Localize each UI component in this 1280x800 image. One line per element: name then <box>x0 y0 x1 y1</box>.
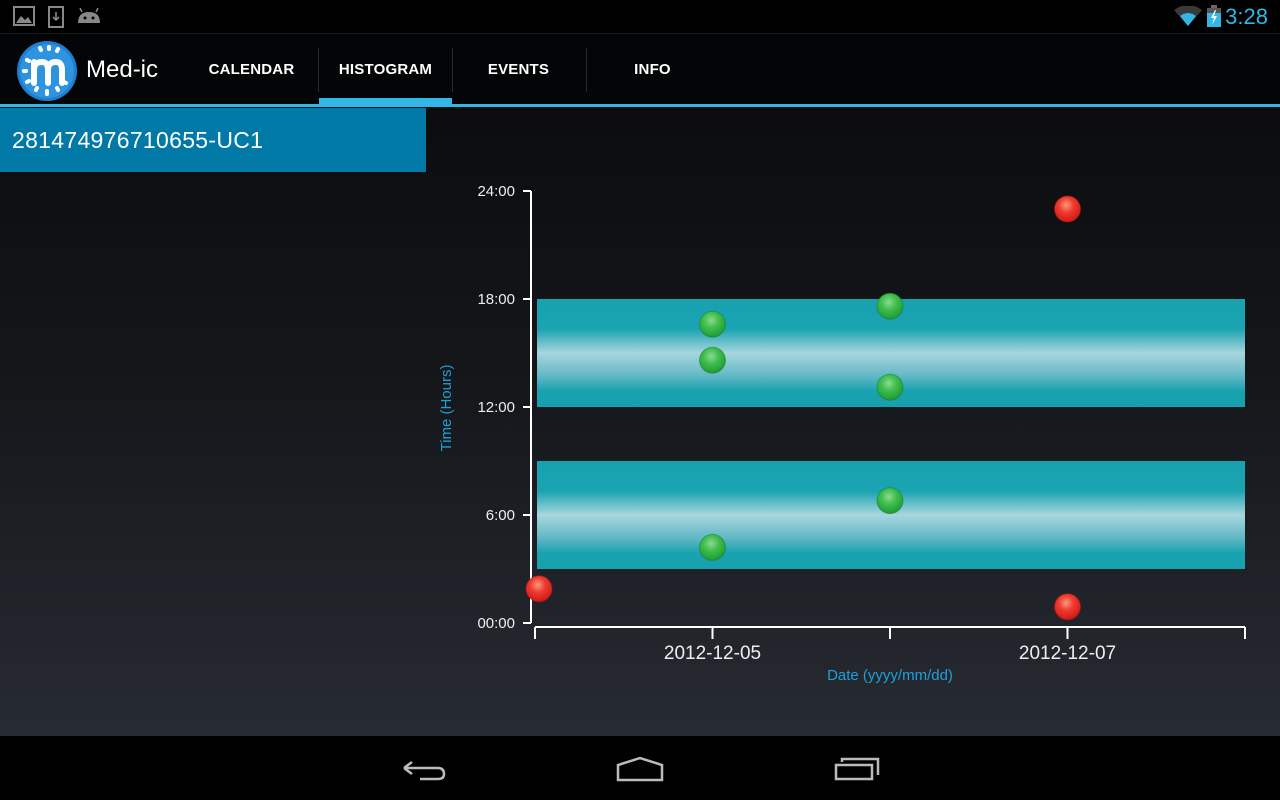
out-of-window-point <box>1054 195 1081 223</box>
in-window-point <box>699 310 726 338</box>
y-tick-label: 12:00 <box>477 399 515 416</box>
recent-apps-icon[interactable] <box>832 748 884 788</box>
in-window-point <box>876 292 904 320</box>
in-window-point <box>699 533 726 561</box>
x-tick-label: 2012-12-05 <box>664 643 761 664</box>
x-axis-label: Date (yyyy/mm/dd) <box>827 667 953 684</box>
y-axis-label: Time (Hours) <box>438 365 455 452</box>
in-window-point <box>699 346 726 374</box>
band-dose-window-2 <box>537 461 1245 569</box>
y-tick-label: 24:00 <box>477 183 515 200</box>
y-tick-label: 00:00 <box>477 615 515 632</box>
y-tick-label: 18:00 <box>477 291 515 308</box>
out-of-window-point <box>525 575 553 603</box>
in-window-point <box>876 373 904 401</box>
in-window-point <box>876 487 904 515</box>
x-tick-label: 2012-12-07 <box>1019 643 1116 664</box>
home-icon[interactable] <box>614 748 666 788</box>
y-tick-label: 6:00 <box>486 507 515 524</box>
histogram-chart: 00:00 6:00 12:00 18:00 24:00 2012-12-05 2012-1… <box>438 183 1246 684</box>
out-of-window-point <box>1054 593 1081 621</box>
back-icon[interactable] <box>400 748 450 788</box>
